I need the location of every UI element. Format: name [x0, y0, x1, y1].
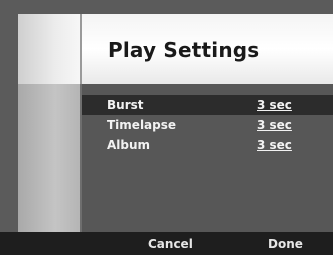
settings-row-burst[interactable]: Burst 3 sec	[82, 95, 333, 115]
setting-label: Timelapse	[107, 118, 177, 132]
setting-value[interactable]: 3 sec	[257, 118, 292, 132]
setting-value[interactable]: 3 sec	[257, 138, 292, 152]
setting-label: Burst	[107, 98, 144, 112]
setting-label: Album	[107, 138, 151, 152]
cancel-button[interactable]: Cancel	[148, 237, 193, 251]
page-title: Play Settings	[108, 38, 260, 62]
settings-row-album[interactable]: Album 3 sec	[82, 135, 333, 155]
settings-row-timelapse[interactable]: Timelapse 3 sec	[82, 115, 333, 135]
header-divider	[80, 14, 82, 84]
done-button[interactable]: Done	[268, 237, 303, 251]
setting-value[interactable]: 3 sec	[257, 98, 292, 112]
header-side-panel	[18, 14, 80, 84]
camera-screen: Play Settings Burst 3 sec Timelapse 3 se…	[0, 0, 333, 255]
body-side-panel	[18, 84, 80, 232]
